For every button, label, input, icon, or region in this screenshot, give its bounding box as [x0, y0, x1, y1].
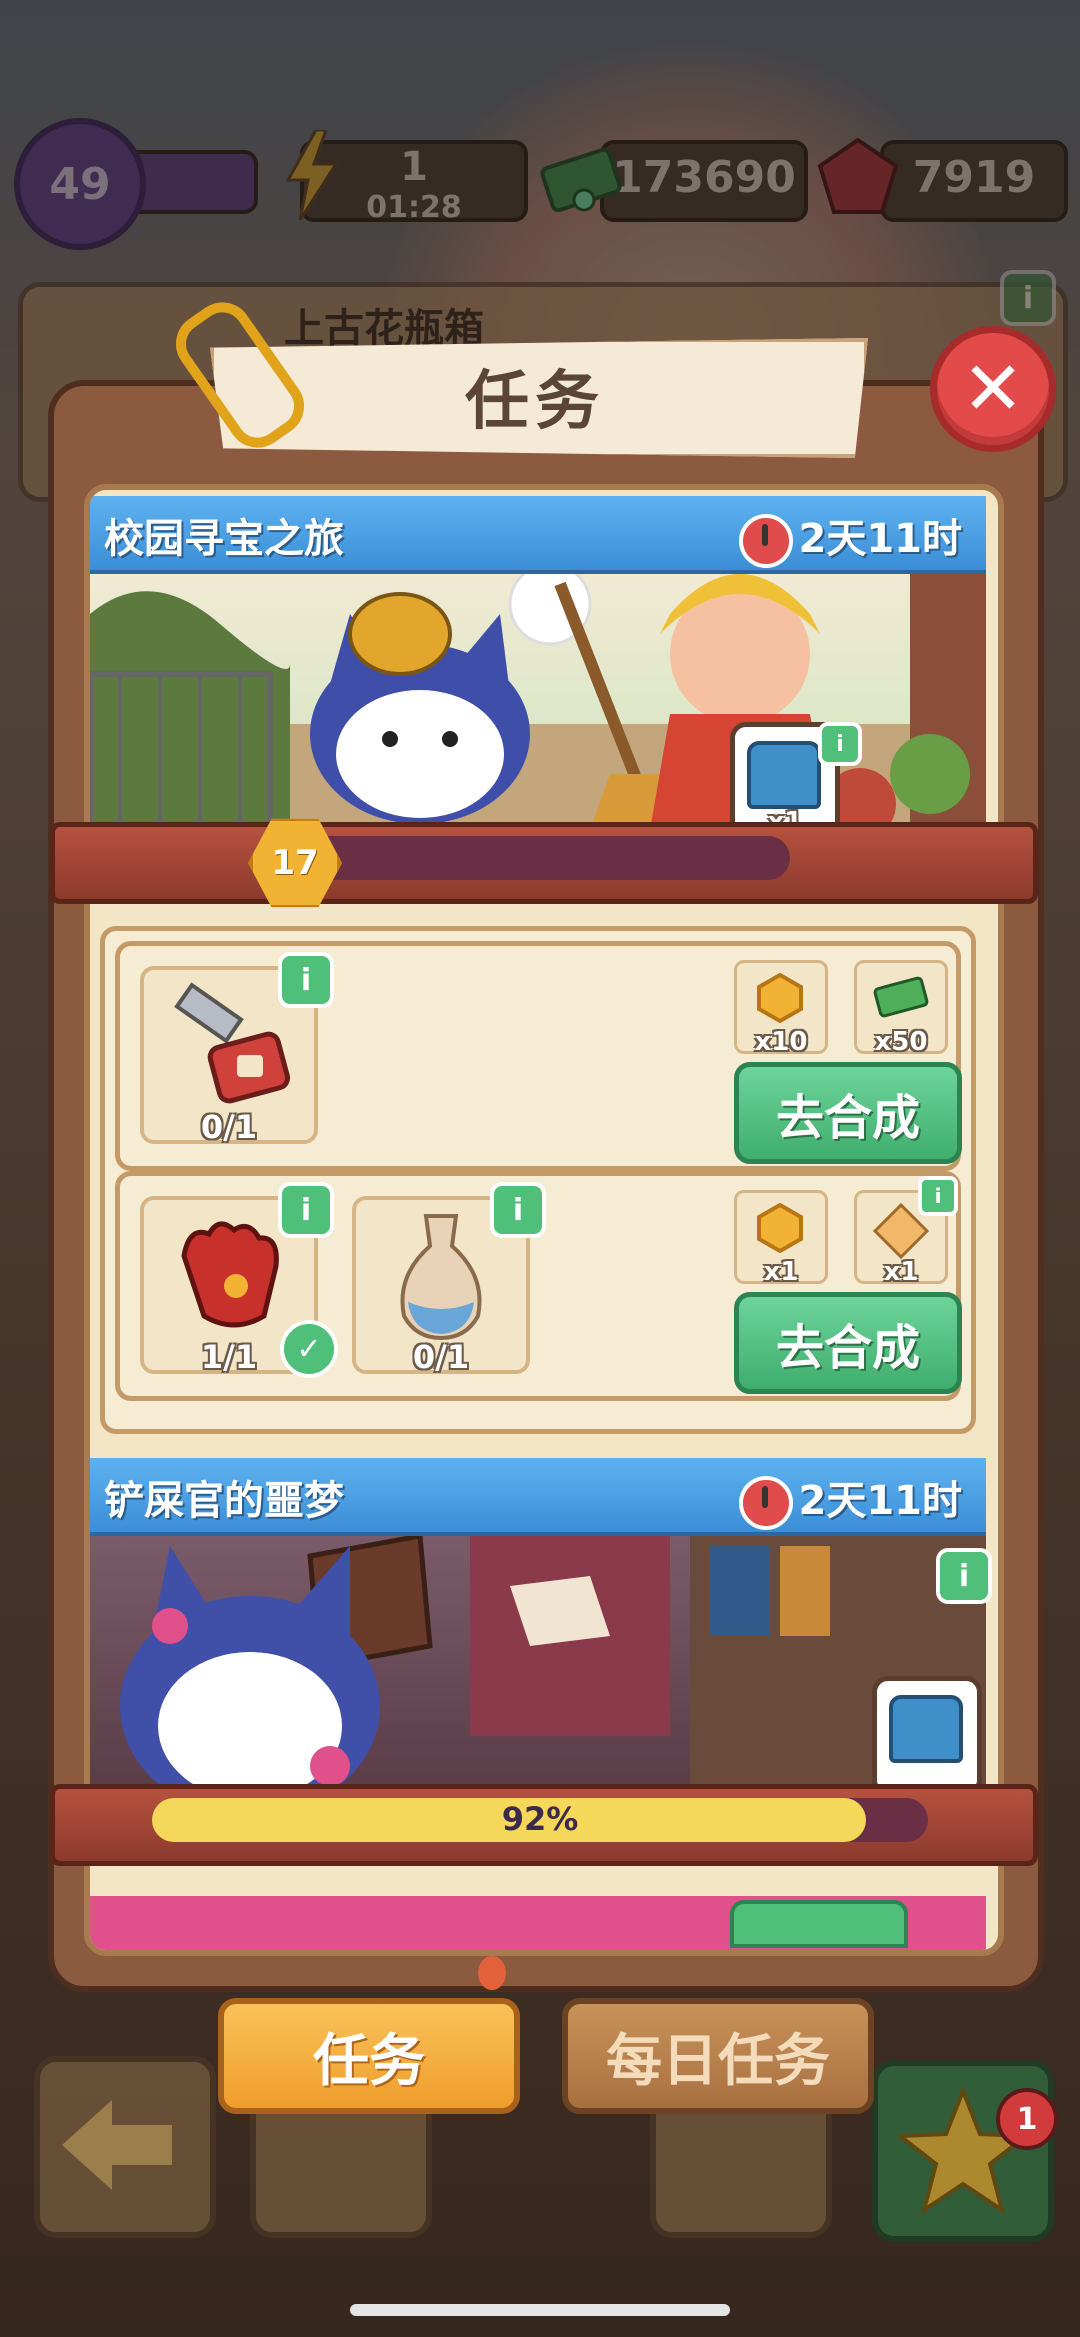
- reward-slot[interactable]: x10: [734, 960, 828, 1057]
- reward-count: x10: [754, 1027, 808, 1057]
- cash-icon: [873, 976, 929, 1018]
- quest-title: 铲屎官的噩梦: [104, 1478, 344, 1524]
- go-craft-button[interactable]: 去合成: [734, 1292, 962, 1394]
- reward-count: x1: [763, 1257, 799, 1287]
- quest-timer-text: 2天11时: [798, 516, 963, 562]
- quest-title: 校园寻宝之旅: [104, 516, 344, 562]
- task-row: 1/1 ✓ i 0/1 i x1 x1 i 去合成: [115, 1171, 962, 1401]
- reward-count: x1: [883, 1257, 919, 1287]
- quest-header: 铲屎官的噩梦 2天11时: [90, 1458, 986, 1536]
- scroll-indicator: [478, 1956, 506, 1990]
- item-info-icon[interactable]: i: [490, 1182, 546, 1238]
- clock-icon: [738, 514, 793, 568]
- coin-icon: [757, 973, 803, 1023]
- notification-badge: 1: [996, 2088, 1058, 2150]
- quest-list[interactable]: 校园寻宝之旅 2天11时 i 0/1 i x10 x50 去合成 1/1 ✓ i…: [84, 484, 1004, 1956]
- arrow-left-icon: [62, 2100, 172, 2194]
- dialog-title: 任务: [465, 365, 605, 439]
- item-info-icon[interactable]: i: [278, 952, 334, 1008]
- reward-info-icon[interactable]: i: [918, 1176, 958, 1216]
- quest-timer: 2天11时: [738, 1468, 963, 1530]
- reward-slot[interactable]: x50: [854, 960, 948, 1057]
- completed-check-icon: ✓: [280, 1320, 338, 1378]
- quest-info-icon[interactable]: i: [936, 1548, 992, 1604]
- item-count: 0/1: [200, 1108, 258, 1146]
- quest-illustration: [90, 1536, 986, 1786]
- chest-icon: [889, 1695, 963, 1763]
- item-count: 0/1: [412, 1338, 470, 1376]
- tab-daily-quests[interactable]: 每日任务: [562, 1998, 874, 2114]
- coin-icon: [757, 1203, 803, 1253]
- quest-progress-bar: [270, 836, 790, 880]
- quest-chest-reward[interactable]: [872, 1676, 982, 1796]
- chest-info-icon[interactable]: i: [818, 722, 862, 766]
- vase-icon: [400, 1214, 482, 1341]
- quest-timer-text: 2天11时: [798, 1478, 963, 1524]
- partial-button: [730, 1900, 908, 1948]
- close-button[interactable]: ✕: [930, 326, 1056, 452]
- quest-tasks-panel: 0/1 i x10 x50 去合成 1/1 ✓ i 0/1 i x1 x1 i …: [100, 926, 976, 1434]
- task-row: 0/1 i x10 x50 去合成: [115, 941, 962, 1171]
- quest-illustration: [90, 574, 986, 830]
- close-icon: ✕: [961, 346, 1024, 432]
- quest-timer: 2天11时: [738, 506, 963, 568]
- quest-progress-bar: 92%: [152, 1798, 928, 1842]
- glove-icon: [181, 1221, 279, 1328]
- reward-count: x50: [874, 1027, 928, 1057]
- tab-quests[interactable]: 任务: [218, 1998, 520, 2114]
- clock-icon: [738, 1476, 793, 1530]
- reward-slot[interactable]: x1: [734, 1190, 828, 1287]
- home-indicator: [350, 2304, 730, 2316]
- item-info-icon[interactable]: i: [278, 1182, 334, 1238]
- chest-icon: [747, 741, 821, 809]
- quest-header: 校园寻宝之旅 2天11时: [90, 496, 986, 574]
- go-craft-button[interactable]: 去合成: [734, 1062, 962, 1164]
- quest-progress-label: 92%: [501, 1800, 579, 1838]
